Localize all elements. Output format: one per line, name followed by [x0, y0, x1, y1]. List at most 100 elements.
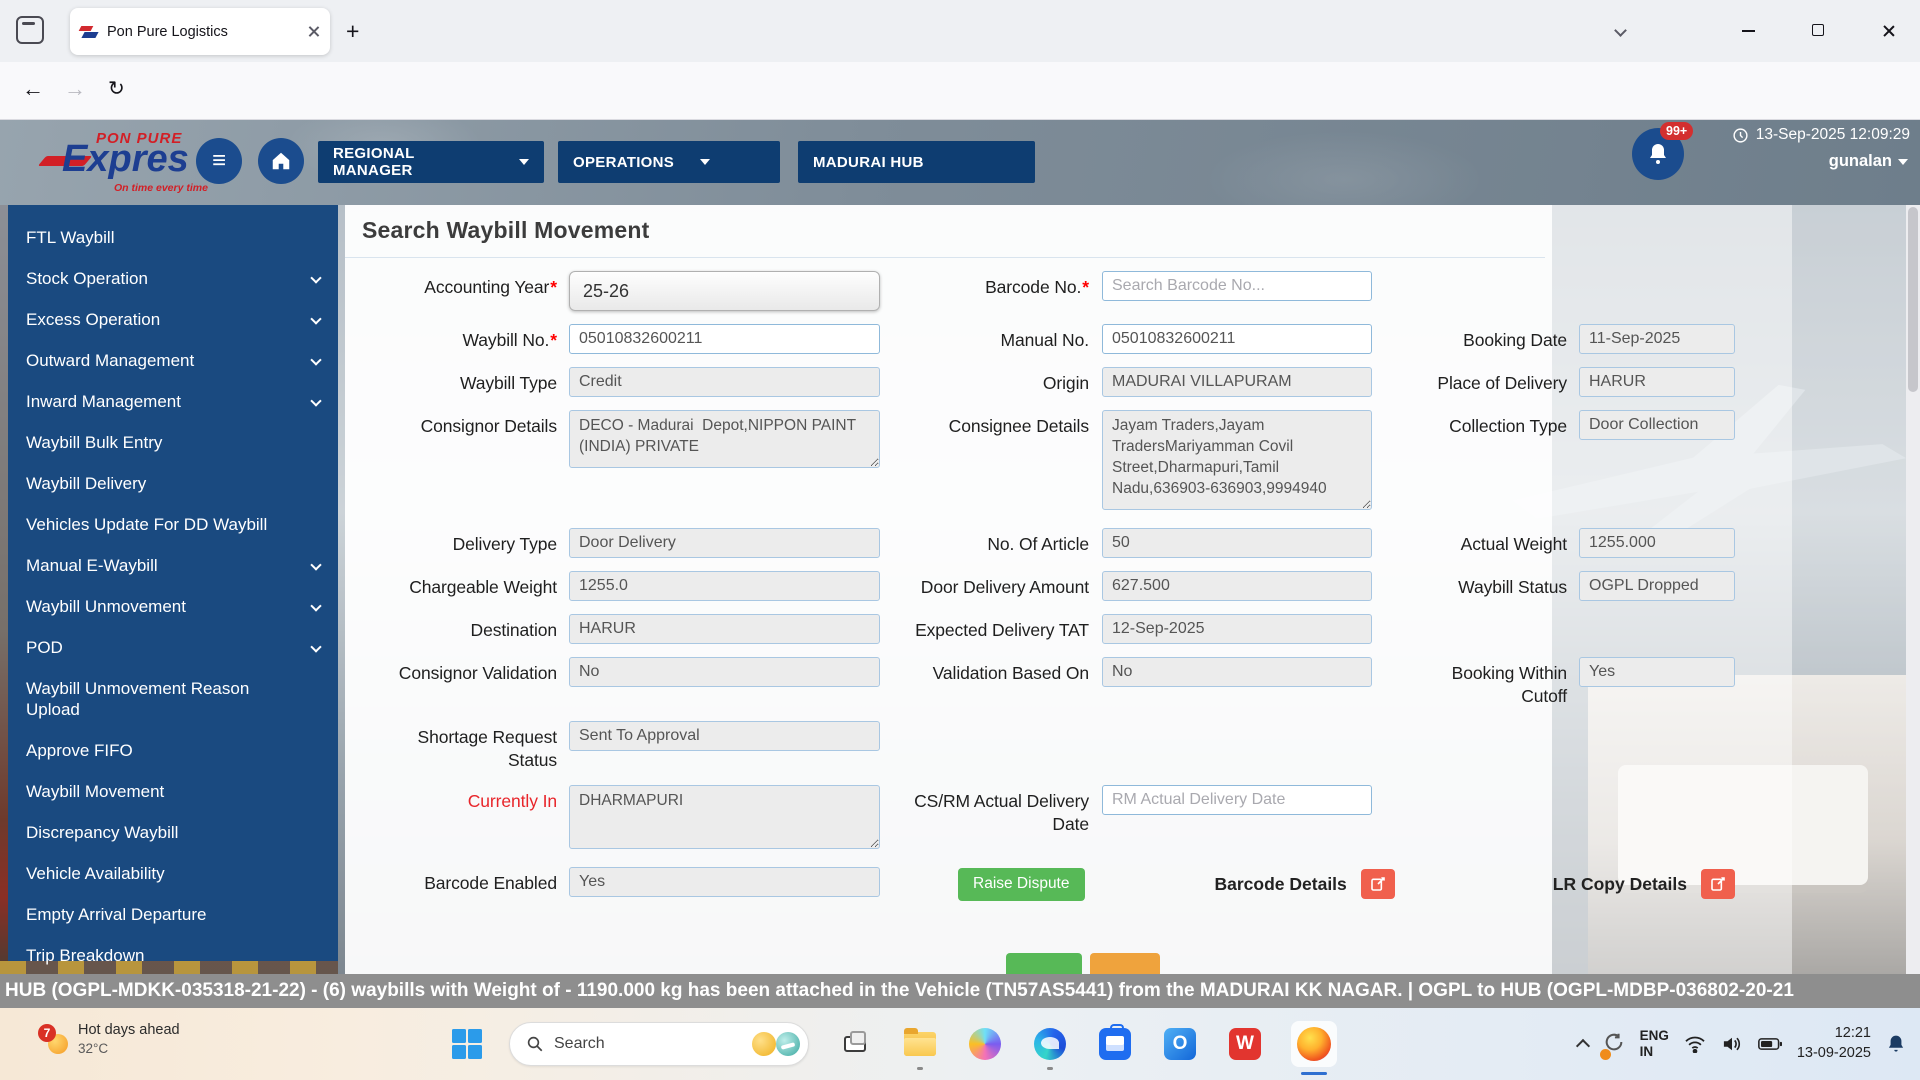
sidebar-item-outward-management[interactable]: Outward Management [8, 340, 338, 381]
manual-no-label: Manual No. [880, 324, 1089, 352]
chevron-down-icon [310, 313, 321, 324]
task-view-button[interactable] [836, 1025, 874, 1063]
scrollbar-thumb[interactable] [1908, 207, 1918, 392]
window-minimize-button[interactable] [1742, 30, 1755, 32]
chevron-down-icon [310, 272, 321, 283]
start-button[interactable] [452, 1029, 482, 1059]
copilot-button[interactable] [966, 1025, 1004, 1063]
accounting-year-label: Accounting Year* [345, 271, 557, 299]
firefox-icon [1297, 1027, 1331, 1061]
hub-label[interactable]: MADURAI HUB [798, 141, 1035, 183]
back-button[interactable]: ← [22, 76, 44, 102]
manual-no-input[interactable] [1102, 324, 1372, 354]
sidebar-item-waybill-movement[interactable]: Waybill Movement [8, 771, 338, 812]
sidebar-item-pod[interactable]: POD [8, 627, 338, 668]
shortage-request-status-field [569, 721, 880, 751]
form-actions: Raise Dispute Barcode Details LR Copy De… [880, 867, 1735, 901]
sidebar-item-empty-arrival-departure[interactable]: Empty Arrival Departure [8, 894, 338, 935]
waybill-no-label: Waybill No.* [345, 324, 557, 352]
cs-rm-actual-delivery-date-label: CS/RM Actual Delivery Date [880, 785, 1089, 836]
sidebar-item-waybill-unmovement[interactable]: Waybill Unmovement [8, 586, 338, 627]
delivery-type-field [569, 528, 880, 558]
barcode-enabled-field [569, 867, 880, 897]
form-panel-far-right [1792, 205, 1920, 974]
lr-copy-details-button[interactable] [1701, 869, 1735, 899]
sidebar-item-vehicles-update-dd[interactable]: Vehicles Update For DD Waybill [8, 504, 338, 545]
language-indicator[interactable]: ENGIN [1640, 1028, 1669, 1060]
window-close-button[interactable] [1882, 24, 1895, 37]
edge-button[interactable] [1031, 1025, 1069, 1063]
outlook-button[interactable]: O [1161, 1025, 1199, 1063]
barcode-details-button[interactable] [1361, 869, 1395, 899]
volume-icon[interactable] [1721, 1035, 1743, 1053]
battery-icon[interactable] [1758, 1037, 1782, 1051]
hamburger-menu-button[interactable]: ≡ [196, 138, 242, 184]
collection-type-field [1579, 410, 1735, 440]
browser-tab[interactable]: Pon Pure Logistics [70, 8, 330, 55]
sidebar-item-discrepancy-waybill[interactable]: Discrepancy Waybill [8, 812, 338, 853]
partial-orange-button[interactable] [1090, 953, 1160, 974]
microsoft-store-button[interactable] [1096, 1025, 1134, 1063]
sidebar-item-trip-breakdown[interactable]: Trip Breakdown [8, 935, 338, 976]
waybill-form: Accounting Year* 25-26 Barcode No.* Wayb… [345, 271, 1735, 901]
firefox-button[interactable] [1291, 1021, 1337, 1067]
sync-status-icon[interactable] [1603, 1031, 1625, 1058]
sidebar-item-inward-management[interactable]: Inward Management [8, 381, 338, 422]
home-button[interactable] [258, 138, 304, 184]
sidebar-item-stock-operation[interactable]: Stock Operation [8, 258, 338, 299]
reload-button[interactable]: ↻ [108, 76, 125, 101]
clock-icon [1732, 127, 1749, 144]
sidebar-item-approve-fifo[interactable]: Approve FIFO [8, 730, 338, 771]
sidebar-item-waybill-delivery[interactable]: Waybill Delivery [8, 463, 338, 504]
role-dropdown[interactable]: REGIONAL MANAGER [318, 141, 544, 183]
shortage-request-status-label: Shortage Request Status [345, 721, 557, 772]
validation-based-on-label: Validation Based On [880, 657, 1089, 685]
taskbar-clock[interactable]: 12:2113-09-2025 [1797, 1024, 1871, 1063]
partial-green-button[interactable] [1006, 953, 1082, 974]
expected-delivery-tat-label: Expected Delivery TAT [880, 614, 1089, 642]
consignor-details-textarea: DECO - Madurai Depot,NIPPON PAINT (INDIA… [569, 410, 880, 468]
show-hidden-icons-chevron[interactable] [1575, 1039, 1589, 1053]
chevron-down-icon [700, 159, 710, 165]
collection-type-label: Collection Type [1372, 410, 1567, 438]
sidebar-item-excess-operation[interactable]: Excess Operation [8, 299, 338, 340]
no-of-article-label: No. Of Article [880, 528, 1089, 556]
waybill-no-input[interactable] [569, 324, 880, 354]
search-highlight-medal-icon[interactable] [752, 1032, 776, 1056]
file-explorer-button[interactable] [901, 1025, 939, 1063]
wps-office-button[interactable]: W [1226, 1025, 1264, 1063]
sidebar-item-vehicle-availability[interactable]: Vehicle Availability [8, 853, 338, 894]
firefox-view-icon[interactable] [16, 16, 44, 44]
weather-widget[interactable]: 7 Hot days ahead 32°C [40, 1022, 180, 1056]
destination-label: Destination [345, 614, 557, 642]
list-tabs-icon[interactable] [1616, 22, 1625, 40]
system-tray: ENGIN 12:2113-09-2025 [1578, 1008, 1906, 1080]
expected-delivery-tat-field [1102, 614, 1372, 644]
barcode-details-label: Barcode Details [1215, 874, 1347, 895]
consignee-details-textarea: Jayam Traders,Jayam TradersMariyamman Co… [1102, 410, 1372, 510]
accounting-year-select[interactable]: 25-26 [569, 271, 880, 311]
notification-bell-icon[interactable] [1886, 1033, 1906, 1055]
chargeable-weight-field [569, 571, 880, 601]
sidebar-item-ftl-waybill[interactable]: FTL Waybill [8, 217, 338, 258]
window-maximize-button[interactable] [1812, 24, 1824, 36]
tab-close-icon[interactable] [307, 25, 320, 38]
wifi-icon[interactable] [1684, 1035, 1706, 1053]
currently-in-label: Currently In [345, 785, 557, 813]
barcode-no-input[interactable] [1102, 271, 1372, 301]
taskbar-search-input[interactable]: Search [509, 1022, 809, 1066]
chevron-down-icon [519, 159, 529, 165]
sidebar-item-unmovement-reason-upload[interactable]: Waybill Unmovement Reason Upload [8, 668, 338, 730]
cs-rm-actual-delivery-date-input[interactable] [1102, 785, 1372, 815]
user-menu[interactable]: gunalan [1829, 152, 1908, 171]
taskbar-center: Search O W [452, 1008, 1337, 1080]
sidebar-item-waybill-bulk-entry[interactable]: Waybill Bulk Entry [8, 422, 338, 463]
search-highlight-shoe-icon[interactable] [776, 1032, 800, 1056]
validation-based-on-field [1102, 657, 1372, 687]
raise-dispute-button[interactable]: Raise Dispute [958, 868, 1085, 901]
search-icon [526, 1035, 544, 1053]
new-tab-button[interactable]: + [346, 18, 359, 45]
department-dropdown[interactable]: OPERATIONS [558, 141, 780, 183]
waybill-status-field [1579, 571, 1735, 601]
sidebar-item-manual-e-waybill[interactable]: Manual E-Waybill [8, 545, 338, 586]
